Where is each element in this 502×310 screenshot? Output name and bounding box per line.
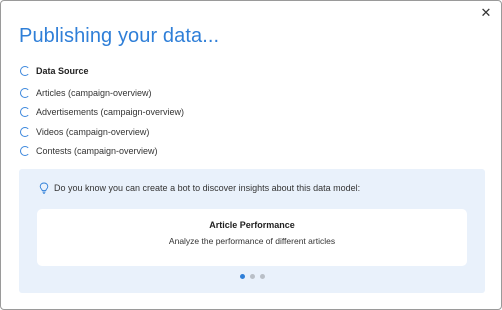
step-label: Videos (campaign-overview) <box>36 127 150 137</box>
carousel-dot-2[interactable] <box>249 274 255 279</box>
tip-text: Do you know you can create a bot to disc… <box>54 183 361 193</box>
step-articles: Articles (campaign-overview) <box>20 83 152 103</box>
step-label: Data Source <box>36 66 89 76</box>
insight-card[interactable]: Article Performance Analyze the performa… <box>37 209 467 266</box>
publishing-dialog: ✕ Publishing your data... Data Source Ar… <box>0 0 502 310</box>
step-data-source: Data Source <box>20 61 89 81</box>
step-label: Contests (campaign-overview) <box>36 146 158 156</box>
card-title: Article Performance <box>209 220 295 230</box>
tip-row: Do you know you can create a bot to disc… <box>39 182 360 194</box>
bot-tip-panel: Do you know you can create a bot to disc… <box>19 169 485 293</box>
card-subtitle: Analyze the performance of different art… <box>168 236 336 246</box>
loading-spinner-icon <box>20 88 30 98</box>
carousel-dots <box>19 274 485 279</box>
lightbulb-icon <box>39 182 49 194</box>
loading-spinner-icon <box>20 66 30 76</box>
step-label: Articles (campaign-overview) <box>36 88 152 98</box>
step-label: Advertisements (campaign-overview) <box>36 107 185 117</box>
step-contests: Contests (campaign-overview) <box>20 141 158 161</box>
loading-spinner-icon <box>20 107 30 117</box>
step-advertisements: Advertisements (campaign-overview) <box>20 102 184 122</box>
step-videos: Videos (campaign-overview) <box>20 122 149 142</box>
loading-spinner-icon <box>20 127 30 137</box>
dialog-title: Publishing your data... <box>19 25 220 47</box>
carousel-dot-3[interactable] <box>259 274 265 279</box>
close-icon[interactable]: ✕ <box>479 7 493 21</box>
carousel-dot-1[interactable] <box>239 274 245 279</box>
loading-spinner-icon <box>20 146 30 156</box>
